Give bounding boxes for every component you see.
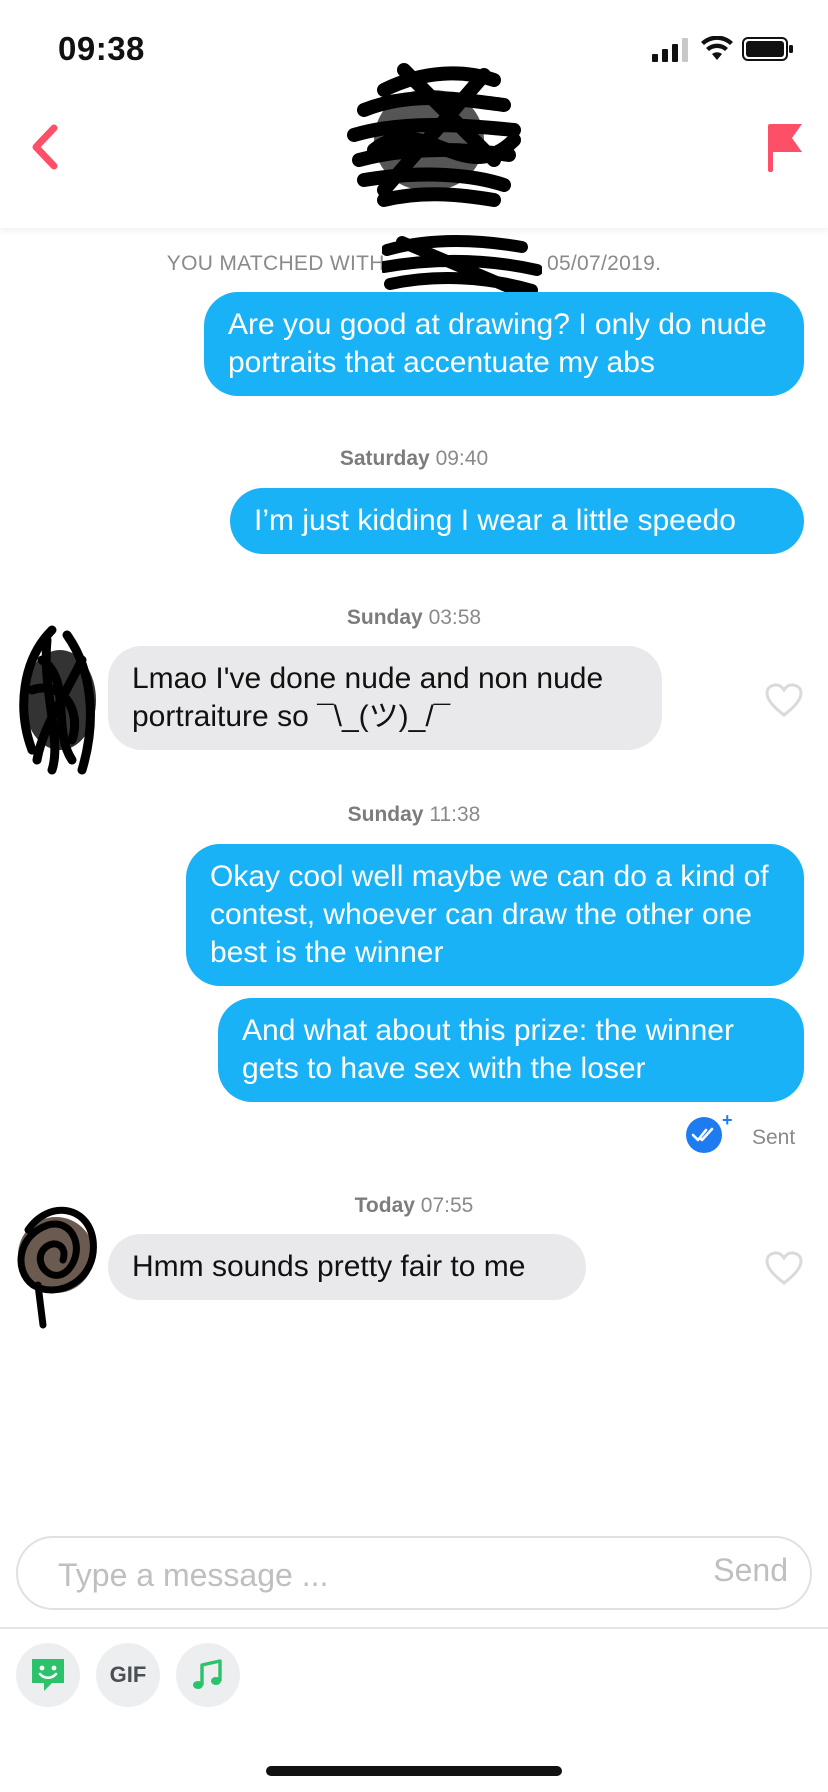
day-divider: Saturday 09:40 bbox=[0, 447, 828, 471]
back-chevron-icon[interactable] bbox=[24, 122, 64, 172]
sticker-icon bbox=[32, 1659, 64, 1691]
day-divider: Sunday 11:38 bbox=[0, 803, 828, 827]
message-bubble-incoming[interactable]: Hmm sounds pretty fair to me bbox=[108, 1234, 586, 1300]
flag-icon[interactable] bbox=[764, 118, 806, 174]
day-divider: Today 07:55 bbox=[0, 1194, 828, 1218]
heart-icon[interactable] bbox=[764, 682, 804, 718]
day-time: 07:55 bbox=[420, 1194, 474, 1217]
match-avatar-redacted[interactable] bbox=[344, 50, 524, 220]
message-composer: Send bbox=[16, 1536, 812, 1610]
message-bubble-outgoing[interactable]: And what about this prize: the winner ge… bbox=[218, 998, 804, 1102]
day-divider: Sunday 03:58 bbox=[0, 606, 828, 630]
day-time: 03:58 bbox=[428, 606, 482, 629]
message-bubble-incoming[interactable]: Lmao I've done nude and non nude portrai… bbox=[108, 646, 662, 750]
wifi-icon bbox=[701, 36, 733, 60]
gif-button[interactable]: GIF bbox=[96, 1643, 160, 1707]
music-button[interactable] bbox=[176, 1643, 240, 1707]
sender-avatar-redacted[interactable] bbox=[12, 620, 102, 780]
double-check-icon bbox=[686, 1117, 722, 1153]
send-button[interactable]: Send bbox=[713, 1552, 788, 1589]
home-indicator[interactable] bbox=[266, 1766, 562, 1776]
match-prefix: YOU MATCHED WITH bbox=[166, 252, 385, 275]
message-bubble-outgoing[interactable]: Are you good at drawing? I only do nude … bbox=[204, 292, 804, 396]
day-name: Sunday bbox=[346, 606, 423, 629]
day-time: 09:40 bbox=[435, 447, 489, 470]
battery-icon bbox=[742, 37, 793, 61]
sent-status: Sent bbox=[752, 1126, 796, 1149]
heart-icon[interactable] bbox=[764, 1250, 804, 1286]
day-name: Saturday bbox=[339, 447, 430, 470]
day-time: 11:38 bbox=[429, 803, 481, 826]
sender-avatar-redacted[interactable] bbox=[8, 1190, 98, 1330]
message-input[interactable] bbox=[56, 1552, 660, 1598]
status-time: 09:38 bbox=[58, 30, 145, 67]
signal-icon bbox=[652, 38, 688, 62]
receipt-plus: + bbox=[722, 1110, 733, 1130]
sticker-button[interactable] bbox=[16, 1643, 80, 1707]
match-date: 05/07/2019. bbox=[546, 252, 662, 275]
day-name: Sunday bbox=[347, 803, 424, 826]
toolbar-divider bbox=[0, 1627, 828, 1629]
day-name: Today bbox=[354, 1194, 415, 1217]
music-note-icon bbox=[193, 1659, 222, 1689]
message-bubble-outgoing[interactable]: I’m just kidding I wear a little speedo bbox=[230, 488, 804, 554]
message-bubble-outgoing[interactable]: Okay cool well maybe we can do a kind of… bbox=[186, 844, 804, 986]
gif-label: GIF bbox=[109, 1662, 147, 1687]
